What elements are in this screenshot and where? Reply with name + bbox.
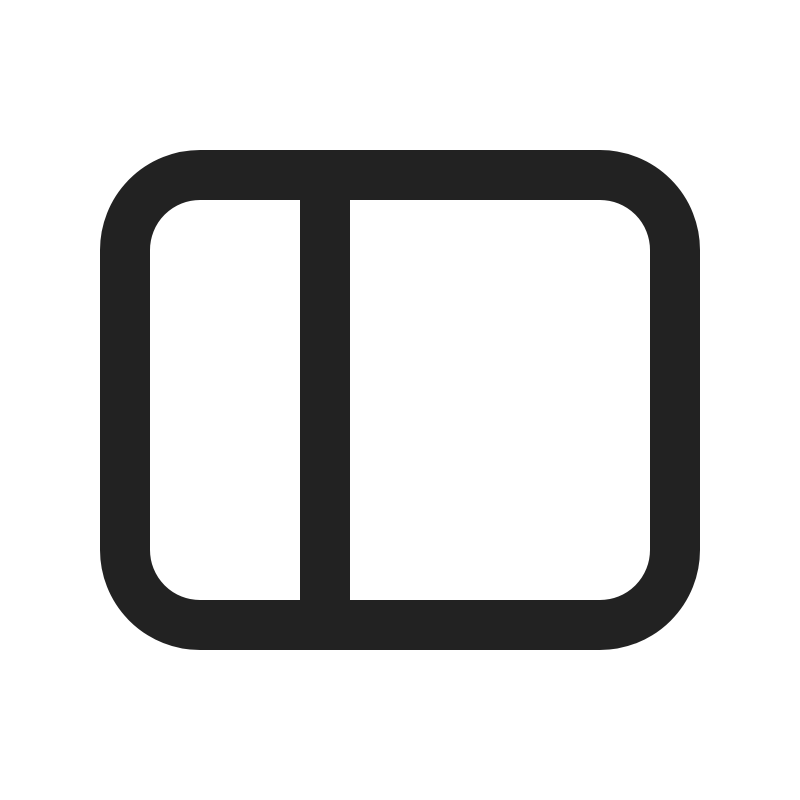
sidebar-panel-left-icon xyxy=(100,150,700,650)
icon-canvas xyxy=(0,0,800,800)
panel-frame xyxy=(100,150,700,650)
